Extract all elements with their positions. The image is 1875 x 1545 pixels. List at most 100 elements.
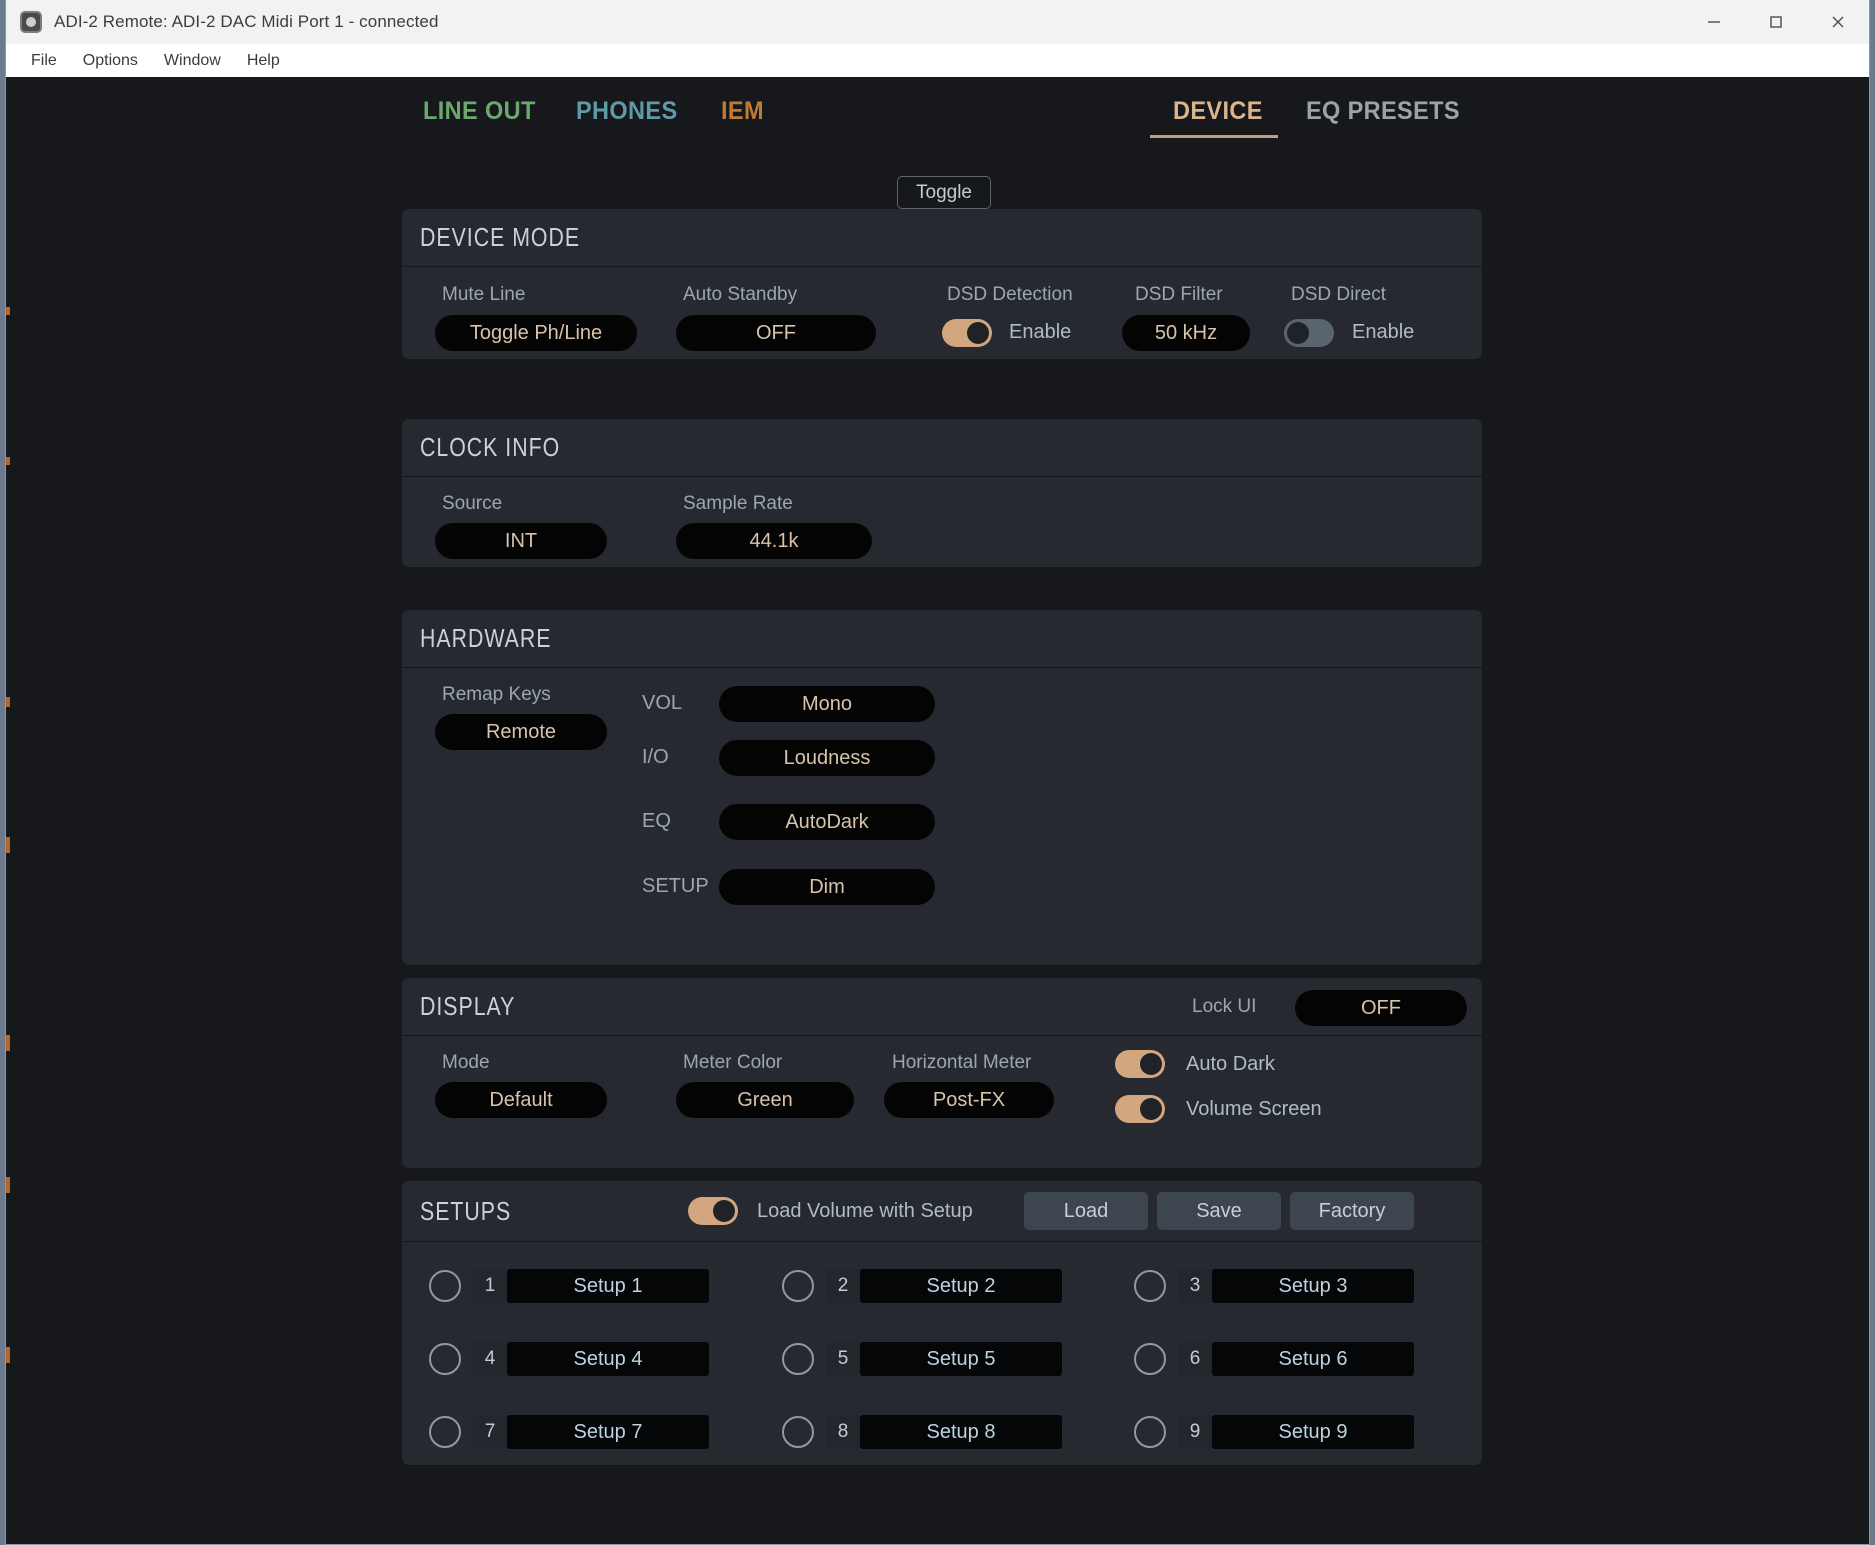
tab-bar: LINE OUT PHONES IEM Toggle DEVICE EQ PRE… (6, 77, 1869, 149)
setup-name-9[interactable]: Setup 9 (1212, 1415, 1414, 1449)
setup-radio-5[interactable] (782, 1343, 814, 1375)
setups-title: SETUPS (420, 1196, 511, 1227)
dsd-filter-value[interactable]: 50 kHz (1122, 315, 1250, 351)
setup-slot-4[interactable]: 4 Setup 4 (429, 1342, 709, 1376)
minimize-button[interactable] (1683, 0, 1745, 44)
menu-item-options[interactable]: Options (70, 49, 151, 73)
setup-name-3[interactable]: Setup 3 (1212, 1269, 1414, 1303)
panel-setups: SETUPS Load Volume with Setup Load Save … (402, 1181, 1482, 1465)
setup-name-5[interactable]: Setup 5 (860, 1342, 1062, 1376)
clock-info-body: Source INT Sample Rate 44.1k (402, 477, 1482, 567)
setup-name-7[interactable]: Setup 7 (507, 1415, 709, 1449)
load-volume-label: Load Volume with Setup (757, 1200, 973, 1223)
dsd-direct-switch[interactable] (1284, 319, 1334, 347)
setup-name-6[interactable]: Setup 6 (1212, 1342, 1414, 1376)
device-mode-header: DEVICE MODE (402, 209, 1482, 267)
menu-bar: File Options Window Help (6, 44, 1869, 77)
hardware-body: Remap Keys Remote VOL Mono I/O Loudness … (402, 668, 1482, 965)
setup-slot-1[interactable]: 1 Setup 1 (429, 1269, 709, 1303)
setup-slot-8[interactable]: 8 Setup 8 (782, 1415, 1062, 1449)
menu-item-file[interactable]: File (18, 49, 70, 73)
dsd-detection-knob (967, 322, 989, 344)
setup-radio-3[interactable] (1134, 1270, 1166, 1302)
dsd-filter-label: DSD Filter (1135, 284, 1223, 306)
panel-device-mode: DEVICE MODE Mute Line Toggle Ph/Line Aut… (402, 209, 1482, 359)
setup-number-6: 6 (1178, 1342, 1212, 1376)
mute-line-value[interactable]: Toggle Ph/Line (435, 315, 637, 351)
setup-number-2: 2 (826, 1269, 860, 1303)
lock-ui-value[interactable]: OFF (1295, 990, 1467, 1026)
hardware-key-label-vol: VOL (642, 692, 682, 715)
display-header: DISPLAY Lock UI OFF (402, 978, 1482, 1036)
setup-name-4[interactable]: Setup 4 (507, 1342, 709, 1376)
volume-screen-label: Volume Screen (1186, 1098, 1322, 1121)
tab-device[interactable]: DEVICE (1173, 97, 1263, 126)
setup-radio-2[interactable] (782, 1270, 814, 1302)
display-mode-label: Mode (442, 1052, 490, 1074)
main-content: LINE OUT PHONES IEM Toggle DEVICE EQ PRE… (6, 77, 1869, 1544)
tab-eq-presets[interactable]: EQ PRESETS (1306, 97, 1460, 126)
setups-load-button[interactable]: Load (1024, 1192, 1148, 1230)
setup-slot-5[interactable]: 5 Setup 5 (782, 1342, 1062, 1376)
toggle-button[interactable]: Toggle (897, 176, 991, 209)
title-bar: ADI-2 Remote: ADI-2 DAC Midi Port 1 - co… (6, 0, 1869, 44)
hardware-header: HARDWARE (402, 610, 1482, 668)
setups-factory-button[interactable]: Factory (1290, 1192, 1414, 1230)
horizontal-meter-label: Horizontal Meter (892, 1052, 1031, 1074)
display-body: Mode Default Meter Color Green Horizonta… (402, 1036, 1482, 1168)
auto-dark-switch[interactable] (1115, 1050, 1165, 1078)
setup-name-1[interactable]: Setup 1 (507, 1269, 709, 1303)
volume-screen-switch[interactable] (1115, 1095, 1165, 1123)
setup-radio-9[interactable] (1134, 1416, 1166, 1448)
meter-color-label: Meter Color (683, 1052, 782, 1074)
remap-keys-value[interactable]: Remote (435, 714, 607, 750)
hardware-key-value-vol[interactable]: Mono (719, 686, 935, 722)
panel-clock-info: CLOCK INFO Source INT Sample Rate 44.1k (402, 419, 1482, 567)
meter-color-value[interactable]: Green (676, 1082, 854, 1118)
device-mode-body: Mute Line Toggle Ph/Line Auto Standby OF… (402, 267, 1482, 359)
clock-source-value[interactable]: INT (435, 523, 607, 559)
auto-standby-value[interactable]: OFF (676, 315, 876, 351)
device-mode-title: DEVICE MODE (420, 222, 580, 253)
maximize-button[interactable] (1745, 0, 1807, 44)
tab-iem[interactable]: IEM (721, 97, 764, 126)
setup-radio-1[interactable] (429, 1270, 461, 1302)
menu-item-window[interactable]: Window (151, 49, 234, 73)
tab-line-out[interactable]: LINE OUT (423, 97, 536, 126)
setup-radio-6[interactable] (1134, 1343, 1166, 1375)
dsd-detection-label: DSD Detection (947, 284, 1073, 306)
dsd-detection-switch[interactable] (942, 319, 992, 347)
hardware-key-value-eq[interactable]: AutoDark (719, 804, 935, 840)
setup-radio-4[interactable] (429, 1343, 461, 1375)
setup-name-8[interactable]: Setup 8 (860, 1415, 1062, 1449)
clock-info-title: CLOCK INFO (420, 432, 560, 463)
dsd-direct-label: DSD Direct (1291, 284, 1386, 306)
hardware-key-value-io[interactable]: Loudness (719, 740, 935, 776)
menu-item-help[interactable]: Help (234, 49, 293, 73)
display-mode-value[interactable]: Default (435, 1082, 607, 1118)
setup-radio-8[interactable] (782, 1416, 814, 1448)
setups-save-button[interactable]: Save (1157, 1192, 1281, 1230)
setup-slot-7[interactable]: 7 Setup 7 (429, 1415, 709, 1449)
load-volume-switch[interactable] (688, 1197, 738, 1225)
close-button[interactable] (1807, 0, 1869, 44)
setup-slot-2[interactable]: 2 Setup 2 (782, 1269, 1062, 1303)
horizontal-meter-value[interactable]: Post-FX (884, 1082, 1054, 1118)
window-controls (1683, 0, 1869, 44)
hardware-key-label-setup: SETUP (642, 875, 709, 898)
hardware-key-value-setup[interactable]: Dim (719, 869, 935, 905)
setup-slot-6[interactable]: 6 Setup 6 (1134, 1342, 1414, 1376)
app-window: ADI-2 Remote: ADI-2 DAC Midi Port 1 - co… (5, 0, 1870, 1545)
display-title: DISPLAY (420, 991, 515, 1022)
dsd-direct-knob (1287, 322, 1309, 344)
setup-slot-9[interactable]: 9 Setup 9 (1134, 1415, 1414, 1449)
setup-number-4: 4 (473, 1342, 507, 1376)
tab-phones[interactable]: PHONES (576, 97, 678, 126)
setup-radio-7[interactable] (429, 1416, 461, 1448)
setup-name-2[interactable]: Setup 2 (860, 1269, 1062, 1303)
dsd-detection-switch-label: Enable (1009, 321, 1071, 344)
auto-dark-knob (1140, 1053, 1162, 1075)
sample-rate-value[interactable]: 44.1k (676, 523, 872, 559)
setup-slot-3[interactable]: 3 Setup 3 (1134, 1269, 1414, 1303)
sample-rate-label: Sample Rate (683, 493, 793, 515)
